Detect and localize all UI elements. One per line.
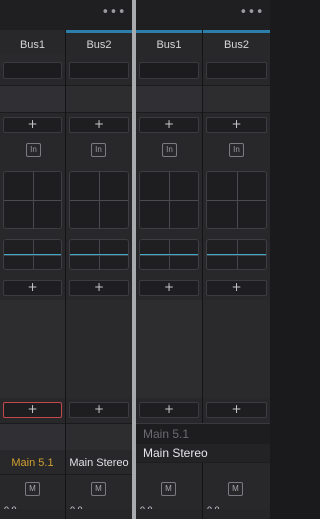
channel-strip-bus2: Bus2 + In + + Main Stereo M 0.0 <box>66 30 132 519</box>
mute-button[interactable]: M <box>91 482 106 496</box>
eq-curve <box>4 254 61 255</box>
bus-accent-bar <box>203 30 270 33</box>
fader-strip[interactable] <box>66 509 132 519</box>
input-button[interactable]: In <box>26 143 41 157</box>
input-button[interactable]: In <box>229 143 244 157</box>
eq-graph[interactable] <box>69 239 129 270</box>
insert-slot[interactable] <box>69 62 129 79</box>
bus-accent-bar <box>136 30 202 33</box>
fader-strip[interactable] <box>203 509 270 519</box>
pan-control[interactable] <box>139 171 199 229</box>
output-assign-label[interactable]: Main 5.1 <box>0 457 65 469</box>
add-send-button[interactable]: + <box>69 402 129 418</box>
pan-control[interactable] <box>3 171 62 229</box>
panel-toolbar: ••• <box>136 0 270 30</box>
mixer-screen: ••• Bus1 + In + + Main 5.1 M 0.0 <box>0 0 270 519</box>
more-options-icon[interactable]: ••• <box>239 6 264 19</box>
add-send-button[interactable]: + <box>139 402 199 418</box>
more-options-icon[interactable]: ••• <box>101 6 126 19</box>
output-assign-label[interactable]: Main Stereo <box>66 457 132 469</box>
insert-slot[interactable] <box>3 62 62 79</box>
add-dynamics-button[interactable]: + <box>69 280 129 296</box>
add-effect-button[interactable]: + <box>3 117 62 133</box>
panel-toolbar: ••• <box>0 0 132 30</box>
add-effect-button[interactable]: + <box>206 117 267 133</box>
bus-name-label: Bus2 <box>86 39 112 51</box>
add-effect-button[interactable]: + <box>139 117 199 133</box>
fader-strip[interactable] <box>0 509 65 519</box>
add-send-button[interactable]: + <box>206 402 267 418</box>
bus-name-label: Bus1 <box>19 39 46 51</box>
bus-name-label: Bus2 <box>223 39 250 51</box>
insert-slot[interactable] <box>139 62 199 79</box>
mixer-panel-right: ••• Bus1 + In + + M 0.0 Bus2 <box>136 0 270 519</box>
eq-curve <box>140 254 198 255</box>
dropdown-option-main-stereo[interactable]: Main Stereo <box>136 444 270 462</box>
fader-strip[interactable] <box>136 509 202 519</box>
channel-strip-bus1: Bus1 + In + + Main 5.1 M 0.0 <box>0 30 65 519</box>
output-dropdown-menu: Main 5.1 Main Stereo <box>136 423 270 463</box>
add-dynamics-button[interactable]: + <box>139 280 199 296</box>
input-button[interactable]: In <box>162 143 177 157</box>
add-send-button[interactable]: + <box>3 402 62 418</box>
eq-curve <box>207 254 266 255</box>
pan-control[interactable] <box>69 171 129 229</box>
add-dynamics-button[interactable]: + <box>206 280 267 296</box>
bus-accent-bar <box>66 30 132 33</box>
eq-curve <box>70 254 128 255</box>
mute-button[interactable]: M <box>161 482 176 496</box>
dropdown-option-main-5-1[interactable]: Main 5.1 <box>136 425 270 443</box>
eq-graph[interactable] <box>139 239 199 270</box>
mute-button[interactable]: M <box>25 482 40 496</box>
mixer-panel-left: ••• Bus1 + In + + Main 5.1 M 0.0 <box>0 0 132 519</box>
pan-control[interactable] <box>206 171 267 229</box>
mute-button[interactable]: M <box>228 482 243 496</box>
bus-name-label: Bus1 <box>156 39 182 51</box>
eq-graph[interactable] <box>206 239 267 270</box>
eq-graph[interactable] <box>3 239 62 270</box>
input-button[interactable]: In <box>91 143 106 157</box>
add-effect-button[interactable]: + <box>69 117 129 133</box>
insert-slot[interactable] <box>206 62 267 79</box>
add-dynamics-button[interactable]: + <box>3 280 62 296</box>
